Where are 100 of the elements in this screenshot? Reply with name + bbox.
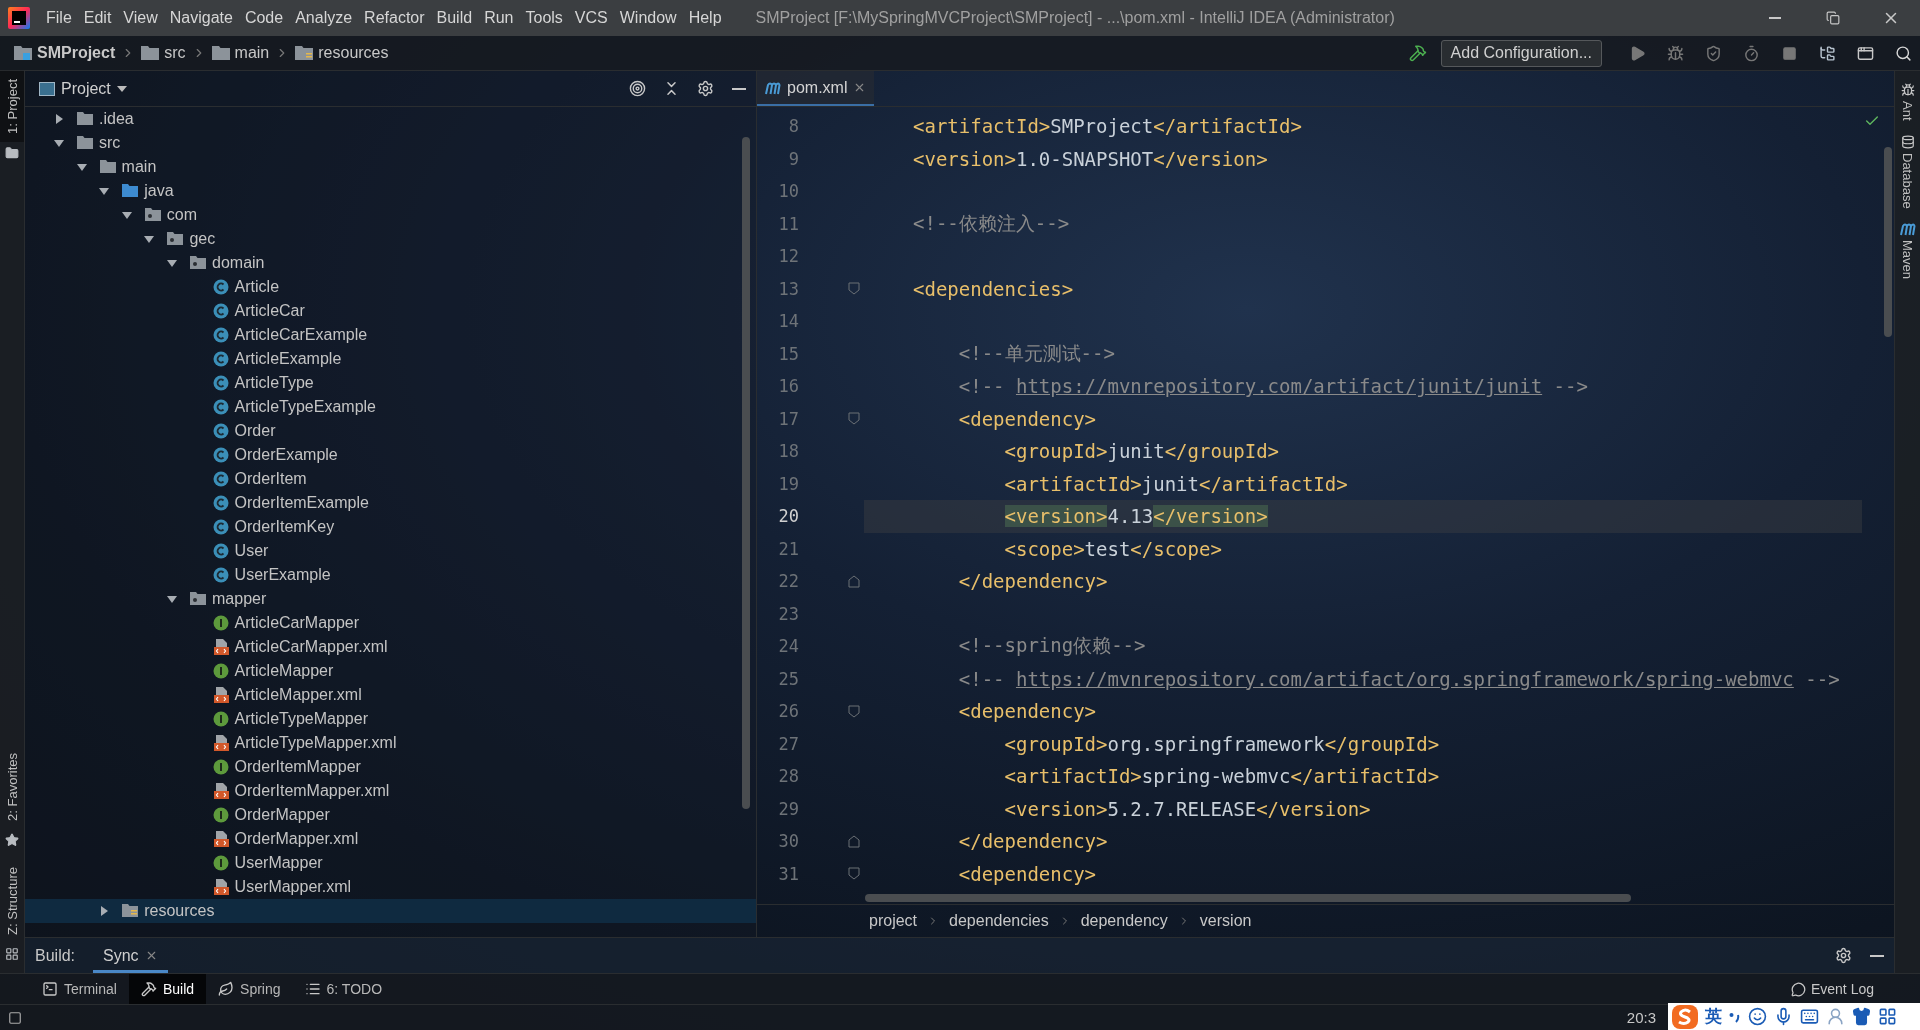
menu-item[interactable]: Run <box>478 0 520 36</box>
tree-item[interactable]: OrderItemMapper.xml <box>25 779 756 803</box>
tree-item[interactable]: ArticleType <box>25 371 756 395</box>
menu-item[interactable]: Tools <box>519 0 569 36</box>
tree-item[interactable]: ArticleMapper <box>25 659 756 683</box>
code-link[interactable]: https://mvnrepository.com/artifact/org.springframework/spring-webmvc <box>1015 667 1794 690</box>
user-icon[interactable] <box>1826 1007 1845 1026</box>
tool-window-tab[interactable]: Database <box>1897 130 1918 209</box>
fold-marker-icon[interactable] <box>848 834 860 848</box>
tree-item[interactable]: UserExample <box>25 563 756 587</box>
keyboard-icon[interactable] <box>1800 1007 1819 1026</box>
breadcrumb[interactable]: src <box>139 44 188 62</box>
code-link[interactable]: https://mvnrepository.com/artifact/junit/junit <box>1015 375 1543 398</box>
breadcrumb[interactable]: project <box>865 912 922 930</box>
breadcrumb[interactable]: version <box>1195 912 1256 930</box>
tree-item[interactable]: UserMapper <box>25 851 756 875</box>
microphone-icon[interactable] <box>1774 1007 1793 1026</box>
expanded-arrow-icon[interactable] <box>75 161 88 173</box>
tool-window-button[interactable]: 6: TODO <box>292 974 395 1004</box>
tree-item[interactable]: OrderMapper <box>25 803 756 827</box>
tree-item[interactable]: ArticleCarExample <box>25 323 756 347</box>
expanded-arrow-icon[interactable] <box>98 185 111 197</box>
tree-item[interactable]: ArticleTypeMapper.xml <box>25 731 756 755</box>
tree-item[interactable]: resources <box>25 899 756 923</box>
tool-window-button[interactable]: Spring <box>206 974 293 1004</box>
tree-item[interactable]: UserMapper.xml <box>25 875 756 899</box>
tool-window-button[interactable]: Terminal <box>30 974 129 1004</box>
expanded-arrow-icon[interactable] <box>53 137 65 149</box>
expanded-arrow-icon[interactable] <box>120 209 133 221</box>
tree-item[interactable]: com <box>25 203 756 227</box>
tree-item[interactable]: ArticleCarMapper <box>25 611 756 635</box>
tree-item[interactable]: OrderItemExample <box>25 491 756 515</box>
tree-item[interactable]: Article <box>25 275 756 299</box>
fold-marker-icon[interactable] <box>848 282 860 296</box>
folder-icon[interactable] <box>5 145 19 160</box>
scrollbar-thumb[interactable] <box>742 137 750 809</box>
event-log-button[interactable]: Event Log <box>1784 980 1880 998</box>
tree-item[interactable]: main <box>25 155 756 179</box>
tree-item[interactable]: User <box>25 539 756 563</box>
menu-item[interactable]: Navigate <box>163 0 239 36</box>
menu-item[interactable]: VCS <box>568 0 614 36</box>
editor-tab[interactable]: pom.xml <box>757 71 875 106</box>
project-view-selector[interactable]: Project <box>33 78 133 99</box>
tree-item[interactable]: ArticleMapper.xml <box>25 683 756 707</box>
grid-icon[interactable] <box>1878 1007 1897 1026</box>
shirt-icon[interactable] <box>1852 1007 1871 1026</box>
fold-marker-icon[interactable] <box>848 704 860 718</box>
star-icon[interactable] <box>5 833 19 848</box>
tool-window-tab[interactable]: Maven <box>1896 218 1919 280</box>
emoji-icon[interactable] <box>1748 1007 1767 1026</box>
tree-item[interactable]: ArticleCar <box>25 299 756 323</box>
fold-marker-icon[interactable] <box>848 867 860 881</box>
tool-window-tab[interactable]: Z: Structure <box>0 859 24 943</box>
menu-item[interactable]: Analyze <box>289 0 359 36</box>
menu-item[interactable]: Edit <box>77 0 118 36</box>
expanded-arrow-icon[interactable] <box>166 257 178 269</box>
breadcrumb[interactable]: dependencies <box>945 912 1053 930</box>
tree-item[interactable]: ArticleCarMapper.xml <box>25 635 756 659</box>
fold-marker-icon[interactable] <box>848 574 860 588</box>
hammer-icon[interactable] <box>1408 44 1427 62</box>
expanded-arrow-icon[interactable] <box>143 233 156 245</box>
menu-item[interactable]: Window <box>613 0 683 36</box>
menu-item[interactable]: View <box>117 0 164 36</box>
tree-item[interactable]: OrderMapper.xml <box>25 827 756 851</box>
expanded-arrow-icon[interactable] <box>166 593 178 605</box>
breadcrumb[interactable]: main <box>209 44 272 62</box>
tree-item[interactable]: domain <box>25 251 756 275</box>
tree-item[interactable]: ArticleTypeExample <box>25 395 756 419</box>
tree-item[interactable]: java <box>25 179 756 203</box>
menu-item[interactable]: File <box>40 0 78 36</box>
tool-window-button[interactable]: Build <box>128 974 207 1004</box>
breadcrumb[interactable]: SMProject <box>12 44 118 62</box>
scrollbar-thumb[interactable] <box>1884 147 1892 337</box>
breadcrumb[interactable]: dependency <box>1076 912 1172 930</box>
tree-item[interactable]: OrderExample <box>25 443 756 467</box>
run-configuration-button[interactable]: Add Configuration... <box>1440 39 1602 67</box>
structure-icon[interactable] <box>5 947 19 961</box>
tool-window-tab[interactable]: 1: Project <box>0 71 24 142</box>
tree-item[interactable]: Order <box>25 419 756 443</box>
tree-item[interactable]: mapper <box>25 587 756 611</box>
scrollbar-thumb[interactable] <box>865 894 1631 902</box>
tool-window-tab[interactable]: Ant <box>1897 79 1918 121</box>
menu-item[interactable]: Code <box>238 0 290 36</box>
collapsed-arrow-icon[interactable] <box>53 113 65 125</box>
menu-item[interactable]: Help <box>682 0 728 36</box>
input-mode-indicator[interactable]: 英 <box>1705 1005 1722 1028</box>
tree-item[interactable]: src <box>25 131 756 155</box>
tree-item[interactable]: OrderItemKey <box>25 515 756 539</box>
tool-window-tab[interactable]: 2: Favorites <box>0 745 24 830</box>
tree-item[interactable]: gec <box>25 227 756 251</box>
fold-marker-icon[interactable] <box>848 412 860 426</box>
tree-item[interactable]: OrderItemMapper <box>25 755 756 779</box>
breadcrumb[interactable]: resources <box>293 44 391 62</box>
layout-icon[interactable] <box>8 1010 22 1025</box>
menu-item[interactable]: Build <box>430 0 479 36</box>
tree-item[interactable]: .idea <box>25 107 756 131</box>
tree-item[interactable]: ArticleExample <box>25 347 756 371</box>
tree-item[interactable]: ArticleTypeMapper <box>25 707 756 731</box>
menu-item[interactable]: Refactor <box>358 0 431 36</box>
tree-item[interactable]: OrderItem <box>25 467 756 491</box>
